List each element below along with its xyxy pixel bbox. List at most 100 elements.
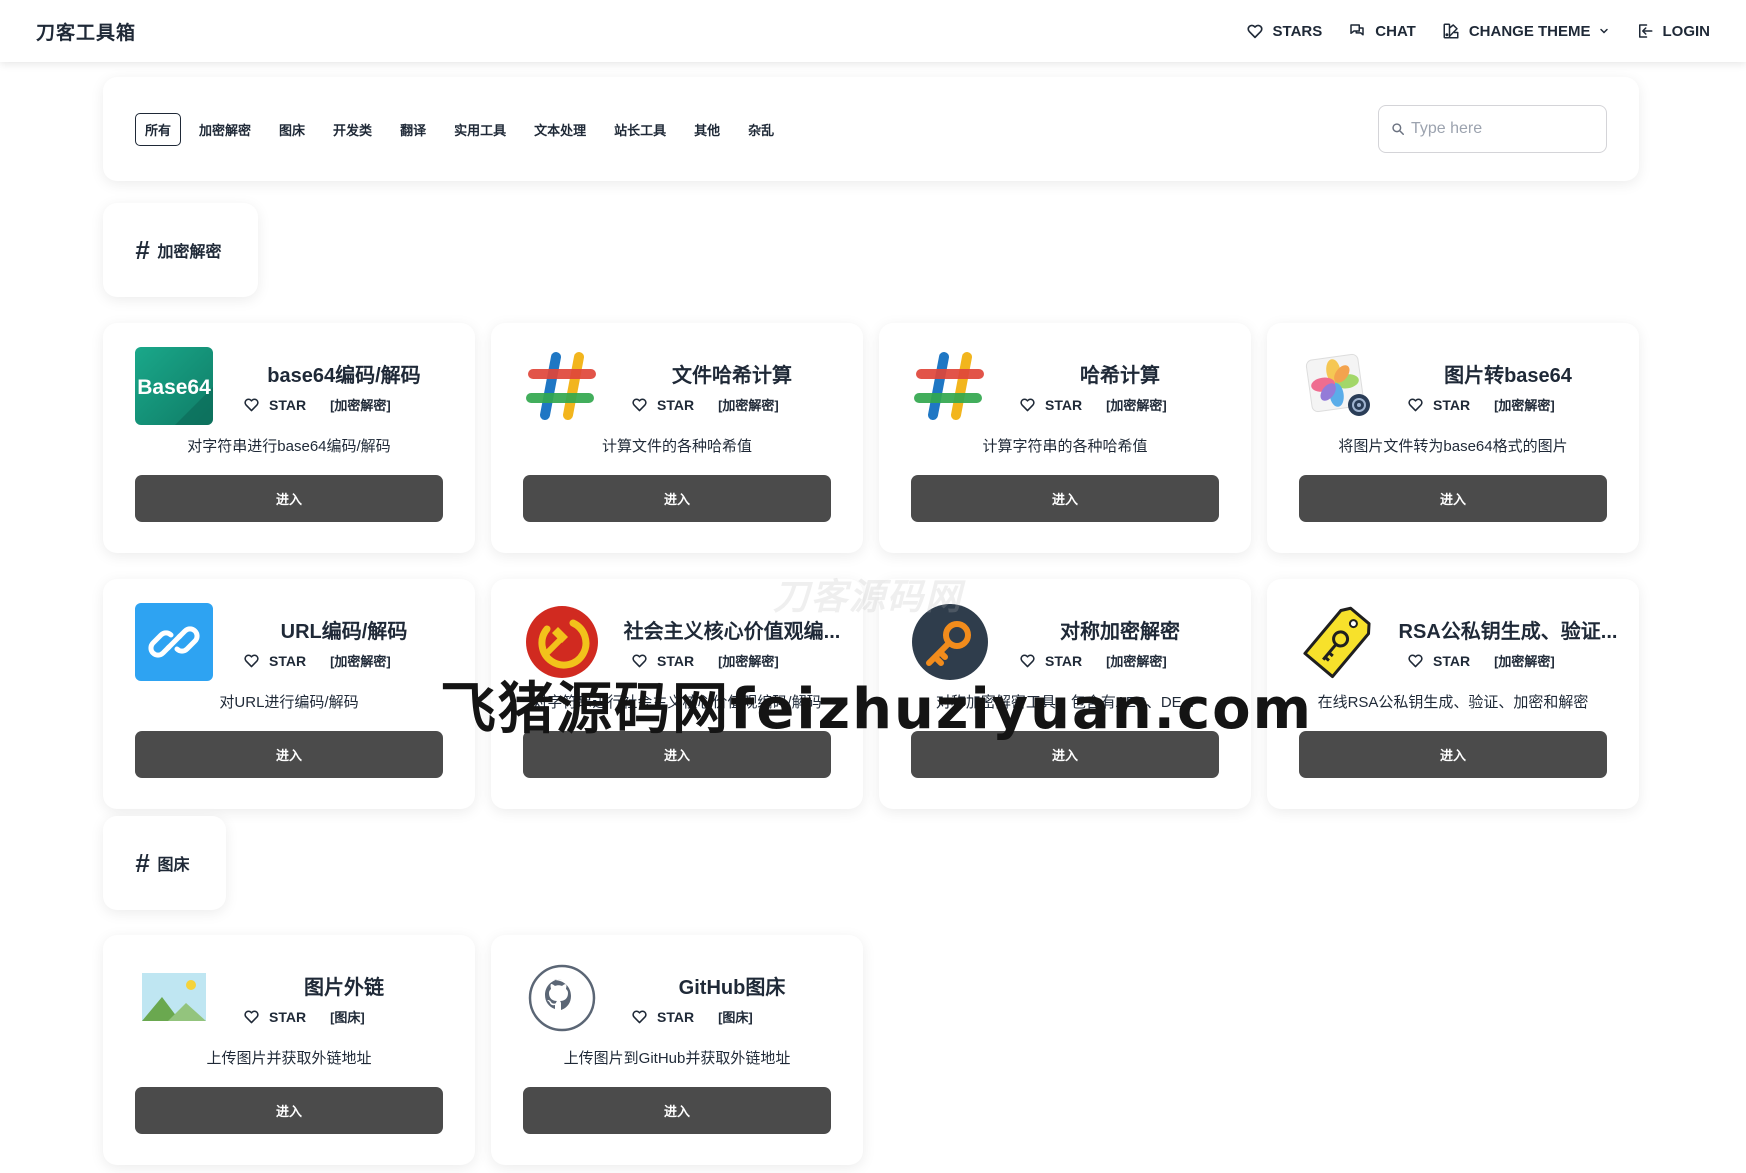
category-tag: [图床] xyxy=(330,1010,365,1025)
tool-name: 哈希计算 xyxy=(1080,365,1160,387)
tool-name: 图片转base64 xyxy=(1444,365,1572,387)
tool-card: RSA公私钥生成、验证... STAR [加密解密] 在线RSA公私钥生成、验证… xyxy=(1267,579,1639,809)
tool-name: RSA公私钥生成、验证... xyxy=(1398,621,1618,643)
tab-image-hosting[interactable]: 图床 xyxy=(269,113,315,146)
tab-translate[interactable]: 翻译 xyxy=(390,113,436,146)
tool-description: 对字符串进行base64编码/解码 xyxy=(187,438,391,455)
section-header-crypto: # 加密解密 xyxy=(103,203,258,297)
tab-text-processing[interactable]: 文本处理 xyxy=(524,113,596,146)
star-button[interactable]: STAR xyxy=(1019,396,1082,413)
star-button[interactable]: STAR xyxy=(1407,396,1470,413)
tab-development[interactable]: 开发类 xyxy=(323,113,382,146)
tab-misc[interactable]: 杂乱 xyxy=(738,113,784,146)
star-button[interactable]: STAR xyxy=(243,396,306,413)
login-nav-button[interactable]: LOGIN xyxy=(1636,22,1710,40)
tool-name: GitHub图床 xyxy=(678,977,786,999)
tool-name: 图片外链 xyxy=(304,977,384,999)
category-filter-bar: 所有 加密解密 图床 开发类 翻译 实用工具 文本处理 站长工具 其他 杂乱 xyxy=(103,77,1639,181)
photos-icon xyxy=(1299,347,1377,425)
tool-name: base64编码/解码 xyxy=(267,365,421,387)
tab-crypto[interactable]: 加密解密 xyxy=(189,113,261,146)
tool-description: 计算字符串的各种哈希值 xyxy=(982,438,1148,455)
category-tag: [图床] xyxy=(718,1010,753,1025)
hash-icon: # xyxy=(135,234,150,265)
tool-meta: STAR [图床] xyxy=(243,1007,365,1026)
tool-description: 在线RSA公私钥生成、验证、加密和解密 xyxy=(1317,694,1589,711)
enter-button[interactable]: 进入 xyxy=(135,731,443,778)
link-icon xyxy=(135,603,213,681)
search-input[interactable] xyxy=(1411,120,1594,138)
stars-nav-button[interactable]: STARS xyxy=(1246,22,1323,40)
brand-title[interactable]: 刀客工具箱 xyxy=(36,18,136,45)
enter-button[interactable]: 进入 xyxy=(523,475,831,522)
heart-icon xyxy=(1246,24,1263,39)
tool-card: 文件哈希计算 STAR [加密解密] 计算文件的各种哈希值 进入 xyxy=(491,323,863,553)
tool-name: URL编码/解码 xyxy=(280,621,408,643)
enter-button[interactable]: 进入 xyxy=(1299,475,1607,522)
tool-meta: STAR [加密解密] xyxy=(243,651,391,670)
category-tag: [加密解密] xyxy=(1106,398,1167,413)
tab-webmaster-tools[interactable]: 站长工具 xyxy=(604,113,676,146)
nav-actions: STARS CHAT CHANGE THEME LOGIN xyxy=(1246,22,1710,40)
tool-name: 文件哈希计算 xyxy=(672,365,792,387)
enter-button[interactable]: 进入 xyxy=(911,475,1219,522)
heart-icon xyxy=(1020,654,1035,668)
tab-utilities[interactable]: 实用工具 xyxy=(444,113,516,146)
star-button[interactable]: STAR xyxy=(243,652,306,669)
tool-meta: STAR [加密解密] xyxy=(631,395,779,414)
stars-label: STARS xyxy=(1272,22,1323,40)
tool-description: 计算文件的各种哈希值 xyxy=(601,438,752,455)
heart-icon xyxy=(632,398,647,412)
search-icon xyxy=(1392,123,1404,135)
key-icon xyxy=(911,603,989,681)
enter-button[interactable]: 进入 xyxy=(135,1087,443,1134)
star-label: STAR xyxy=(1433,652,1471,669)
section-title: 图床 xyxy=(157,857,190,874)
star-button[interactable]: STAR xyxy=(631,396,694,413)
tab-other[interactable]: 其他 xyxy=(684,113,730,146)
tool-description: 上传图片并获取外链地址 xyxy=(206,1050,372,1067)
tool-card: GitHub图床 STAR [图床] 上传图片到GitHub并获取外链地址 进入 xyxy=(491,935,863,1165)
tool-card: URL编码/解码 STAR [加密解密] 对URL进行编码/解码 进入 xyxy=(103,579,475,809)
star-button[interactable]: STAR xyxy=(631,1008,694,1025)
change-theme-dropdown[interactable]: CHANGE THEME xyxy=(1442,22,1610,40)
heart-icon xyxy=(632,654,647,668)
tool-card: 哈希计算 STAR [加密解密] 计算字符串的各种哈希值 进入 xyxy=(879,323,1251,553)
tool-meta: STAR [加密解密] xyxy=(1019,651,1167,670)
tool-card: 图片转base64 STAR [加密解密] 将图片文件转为base64格式的图片… xyxy=(1267,323,1639,553)
star-label: STAR xyxy=(1433,396,1471,413)
star-button[interactable]: STAR xyxy=(631,652,694,669)
tab-all[interactable]: 所有 xyxy=(135,112,182,146)
heart-icon xyxy=(244,398,259,412)
category-tag: [加密解密] xyxy=(330,398,391,413)
heart-icon xyxy=(1408,398,1423,412)
star-button[interactable]: STAR xyxy=(1407,652,1470,669)
chevron-down-icon xyxy=(1599,28,1608,34)
change-theme-label: CHANGE THEME xyxy=(1468,22,1591,40)
enter-button[interactable]: 进入 xyxy=(523,1087,831,1134)
tool-card: Base64 base64编码/解码 STAR [加密解密] 对字符串进行bas… xyxy=(103,323,475,553)
star-button[interactable]: STAR xyxy=(1019,652,1082,669)
enter-button[interactable]: 进入 xyxy=(523,731,831,778)
star-button[interactable]: STAR xyxy=(243,1008,306,1025)
search-box xyxy=(1378,105,1607,153)
hammer-sickle-icon xyxy=(523,603,601,681)
chat-icon xyxy=(1350,24,1365,36)
category-tag: [加密解密] xyxy=(718,398,779,413)
star-label: STAR xyxy=(269,1008,307,1025)
base64-icon: Base64 xyxy=(135,347,213,425)
enter-button[interactable]: 进入 xyxy=(135,475,443,522)
key-tag-icon xyxy=(1299,603,1377,681)
star-label: STAR xyxy=(269,652,307,669)
category-tag: [加密解密] xyxy=(718,654,779,669)
heart-icon xyxy=(1408,654,1423,668)
heart-icon xyxy=(244,1010,259,1024)
enter-button[interactable]: 进入 xyxy=(911,731,1219,778)
palette-icon xyxy=(1443,23,1459,39)
chat-nav-button[interactable]: CHAT xyxy=(1348,22,1416,40)
enter-button[interactable]: 进入 xyxy=(1299,731,1607,778)
hash-icon: # xyxy=(135,847,150,878)
svg-text:Base64: Base64 xyxy=(137,376,211,399)
chat-label: CHAT xyxy=(1375,22,1416,40)
star-label: STAR xyxy=(657,652,695,669)
